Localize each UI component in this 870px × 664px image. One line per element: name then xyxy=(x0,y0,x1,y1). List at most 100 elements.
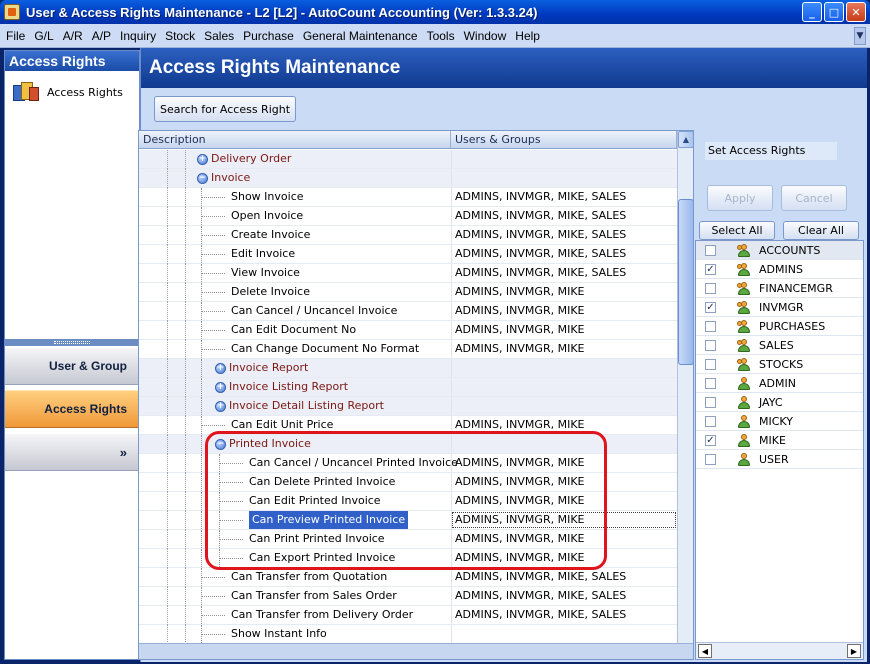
expand-icon[interactable]: + xyxy=(215,363,226,374)
list-item[interactable]: MICKY xyxy=(696,412,863,431)
expand-icon[interactable]: + xyxy=(215,382,226,393)
menu-gl[interactable]: G/L xyxy=(34,29,53,43)
row-description: Can Change Document No Format xyxy=(231,342,420,355)
select-all-button[interactable]: Select All xyxy=(699,221,775,240)
table-row[interactable]: Can Cancel / Uncancel Invoice ADMINS, INV… xyxy=(139,302,677,321)
table-row[interactable]: Show Instant Info xyxy=(139,625,677,644)
menu-window[interactable]: Window xyxy=(464,29,507,43)
table-row[interactable]: Can Preview Printed Invoice ADMINS, INVMG… xyxy=(139,511,677,530)
collapse-icon[interactable]: − xyxy=(215,439,226,450)
list-item[interactable]: FINANCEMGR xyxy=(696,279,863,298)
scroll-left-icon[interactable]: ◀ xyxy=(698,644,712,658)
minimize-button[interactable]: _ xyxy=(802,2,822,22)
menu-general-maintenance[interactable]: General Maintenance xyxy=(303,29,418,43)
tree-lane-line xyxy=(185,283,186,302)
scroll-thumb[interactable] xyxy=(678,199,693,365)
tree-lane-line xyxy=(167,606,168,625)
user-checkbox[interactable] xyxy=(705,340,716,351)
table-row[interactable]: Can Change Document No Format ADMINS, INV… xyxy=(139,340,677,359)
table-row[interactable]: Delete Invoice ADMINS, INVMGR, MIKE xyxy=(139,283,677,302)
user-list-horizontal-scrollbar[interactable]: ◀ ▶ xyxy=(696,642,863,659)
nav-button-access-rights[interactable]: Access Rights xyxy=(5,390,139,428)
clear-all-button[interactable]: Clear All xyxy=(783,221,859,240)
menu-sales[interactable]: Sales xyxy=(204,29,234,43)
table-row[interactable]: Can Export Printed Invoice ADMINS, INVMGR… xyxy=(139,549,677,568)
user-checkbox[interactable]: ✓ xyxy=(705,264,716,275)
menu-ar[interactable]: A/R xyxy=(63,29,83,43)
row-description: Delivery Order xyxy=(211,152,292,165)
tree-lane-line xyxy=(185,359,186,378)
grid-horizontal-scrollbar[interactable] xyxy=(139,643,693,659)
table-row[interactable]: Can Cancel / Uncancel Printed Invoice ADM… xyxy=(139,454,677,473)
user-checkbox[interactable] xyxy=(705,283,716,294)
table-row[interactable]: Can Transfer from Quotation ADMINS, INVMG… xyxy=(139,568,677,587)
menu-overflow-chevron-icon[interactable]: ▼ xyxy=(854,27,866,45)
column-header-description[interactable]: Description xyxy=(139,131,451,148)
menu-file[interactable]: File xyxy=(6,29,25,43)
menu-inquiry[interactable]: Inquiry xyxy=(120,29,156,43)
table-row[interactable]: Can Edit Document No ADMINS, INVMGR, MIKE xyxy=(139,321,677,340)
list-item[interactable]: ✓ INVMGR xyxy=(696,298,863,317)
nav-splitter-grip[interactable] xyxy=(5,339,139,346)
list-item[interactable]: ADMIN xyxy=(696,374,863,393)
apply-button[interactable]: Apply xyxy=(707,185,773,211)
tree-group-row[interactable]: − Invoice xyxy=(139,169,677,188)
scroll-right-icon[interactable]: ▶ xyxy=(847,644,861,658)
table-row[interactable]: View Invoice ADMINS, INVMGR, MIKE, SALES xyxy=(139,264,677,283)
menu-ap[interactable]: A/P xyxy=(92,29,111,43)
column-header-users[interactable]: Users & Groups xyxy=(451,131,677,148)
tree-lane-line xyxy=(167,283,168,302)
table-row[interactable]: Can Transfer from Sales Order ADMINS, INV… xyxy=(139,587,677,606)
tree-group-row[interactable]: − Printed Invoice xyxy=(139,435,677,454)
user-checkbox[interactable]: ✓ xyxy=(705,302,716,313)
list-item[interactable]: PURCHASES xyxy=(696,317,863,336)
table-row[interactable]: Can Edit Printed Invoice ADMINS, INVMGR, … xyxy=(139,492,677,511)
grid-rows: + Delivery Order − Invoice Show Invoice ADMIN… xyxy=(139,150,677,644)
table-row[interactable]: Can Edit Unit Price ADMINS, INVMGR, MIKE xyxy=(139,416,677,435)
list-item[interactable]: ✓ ADMINS xyxy=(696,260,863,279)
menu-purchase[interactable]: Purchase xyxy=(243,29,294,43)
list-item[interactable]: STOCKS xyxy=(696,355,863,374)
table-row[interactable]: Edit Invoice ADMINS, INVMGR, MIKE, SALES xyxy=(139,245,677,264)
tree-group-row[interactable]: + Delivery Order xyxy=(139,150,677,169)
list-item[interactable]: SALES xyxy=(696,336,863,355)
expand-icon[interactable]: + xyxy=(215,401,226,412)
user-checkbox[interactable] xyxy=(705,454,716,465)
user-checkbox[interactable] xyxy=(705,245,716,256)
tree-group-row[interactable]: + Invoice Detail Listing Report xyxy=(139,397,677,416)
scroll-up-icon[interactable]: ▲ xyxy=(678,131,693,148)
tree-group-row[interactable]: + Invoice Listing Report xyxy=(139,378,677,397)
nav-button-user-group[interactable]: User & Group xyxy=(5,347,139,385)
maximize-button[interactable]: □ xyxy=(824,2,844,22)
user-checkbox[interactable] xyxy=(705,416,716,427)
tree-branch-line xyxy=(201,349,225,350)
search-access-right-button[interactable]: Search for Access Right xyxy=(154,96,296,122)
close-button[interactable]: ✕ xyxy=(846,2,866,22)
nav-more-chevron-icon[interactable]: » xyxy=(5,433,139,471)
table-row[interactable]: Can Delete Printed Invoice ADMINS, INVMGR… xyxy=(139,473,677,492)
user-checkbox[interactable] xyxy=(705,397,716,408)
list-item[interactable]: USER xyxy=(696,450,863,469)
user-checkbox[interactable] xyxy=(705,359,716,370)
tree-lane-line xyxy=(185,454,186,473)
cancel-button[interactable]: Cancel xyxy=(781,185,847,211)
grid-vertical-scrollbar[interactable]: ▲ xyxy=(677,131,693,643)
list-item[interactable]: JAYC xyxy=(696,393,863,412)
list-item[interactable]: ✓ MIKE xyxy=(696,431,863,450)
menu-tools[interactable]: Tools xyxy=(427,29,455,43)
user-checkbox[interactable] xyxy=(705,378,716,389)
expand-icon[interactable]: + xyxy=(197,154,208,165)
user-checkbox[interactable] xyxy=(705,321,716,332)
user-checkbox[interactable]: ✓ xyxy=(705,435,716,446)
menu-stock[interactable]: Stock xyxy=(165,29,195,43)
nav-link-access-rights[interactable]: Access Rights xyxy=(5,71,139,105)
tree-group-row[interactable]: + Invoice Report xyxy=(139,359,677,378)
table-row[interactable]: Can Print Printed Invoice ADMINS, INVMGR,… xyxy=(139,530,677,549)
collapse-icon[interactable]: − xyxy=(197,173,208,184)
list-item[interactable]: ACCOUNTS xyxy=(696,241,863,260)
table-row[interactable]: Open Invoice ADMINS, INVMGR, MIKE, SALES xyxy=(139,207,677,226)
table-row[interactable]: Can Transfer from Delivery Order ADMINS, … xyxy=(139,606,677,625)
table-row[interactable]: Show Invoice ADMINS, INVMGR, MIKE, SALES xyxy=(139,188,677,207)
table-row[interactable]: Create Invoice ADMINS, INVMGR, MIKE, SALE… xyxy=(139,226,677,245)
menu-help[interactable]: Help xyxy=(515,29,540,43)
